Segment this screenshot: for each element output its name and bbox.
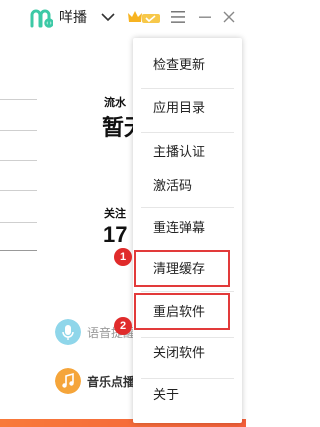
flow-value: 暂无 — [102, 115, 133, 140]
follow-label: 关注 — [104, 208, 126, 220]
divider — [0, 190, 37, 191]
microphone-icon[interactable] — [55, 319, 81, 345]
divider — [0, 222, 37, 223]
highlight-box-clear-cache — [134, 250, 230, 287]
menu-icon[interactable] — [170, 9, 186, 25]
menu-item-activation-code[interactable]: 激活码 — [133, 167, 242, 205]
vip-badge-icon[interactable] — [127, 9, 161, 25]
menu-item-streamer-verification[interactable]: 主播认证 — [133, 133, 242, 171]
music-note-icon[interactable] — [55, 368, 81, 394]
music-request-label[interactable]: 音乐点播 — [87, 373, 133, 390]
menu-item-about[interactable]: 关于 — [133, 376, 242, 414]
chevron-down-icon[interactable] — [100, 9, 116, 25]
menu-item-reconnect-danmaku[interactable]: 重连弹幕 — [133, 209, 242, 247]
dropdown-menu: 检查更新 应用目录 主播认证 激活码 重连弹幕 清理缓存 重启软件 关闭软件 关… — [133, 38, 242, 423]
divider — [0, 160, 37, 161]
menu-divider — [141, 291, 234, 292]
minimize-icon[interactable] — [198, 10, 212, 24]
close-icon[interactable] — [222, 10, 236, 24]
menu-divider — [141, 207, 234, 208]
annotation-badge-2: 2 — [114, 317, 132, 335]
follow-value: 17 — [103, 222, 128, 247]
app-logo-icon — [30, 9, 53, 28]
menu-item-check-update[interactable]: 检查更新 — [133, 46, 242, 84]
flow-label: 流水 — [104, 97, 126, 109]
highlight-box-restart-software — [134, 293, 230, 330]
divider — [0, 99, 37, 100]
app-name: 咩播 — [59, 9, 87, 25]
menu-item-app-directory[interactable]: 应用目录 — [133, 89, 242, 127]
annotation-badge-1: 1 — [114, 248, 132, 266]
divider — [0, 250, 37, 251]
menu-item-close-software[interactable]: 关闭软件 — [133, 334, 242, 372]
title-bar: 咩播 — [0, 0, 246, 36]
divider — [0, 130, 37, 131]
